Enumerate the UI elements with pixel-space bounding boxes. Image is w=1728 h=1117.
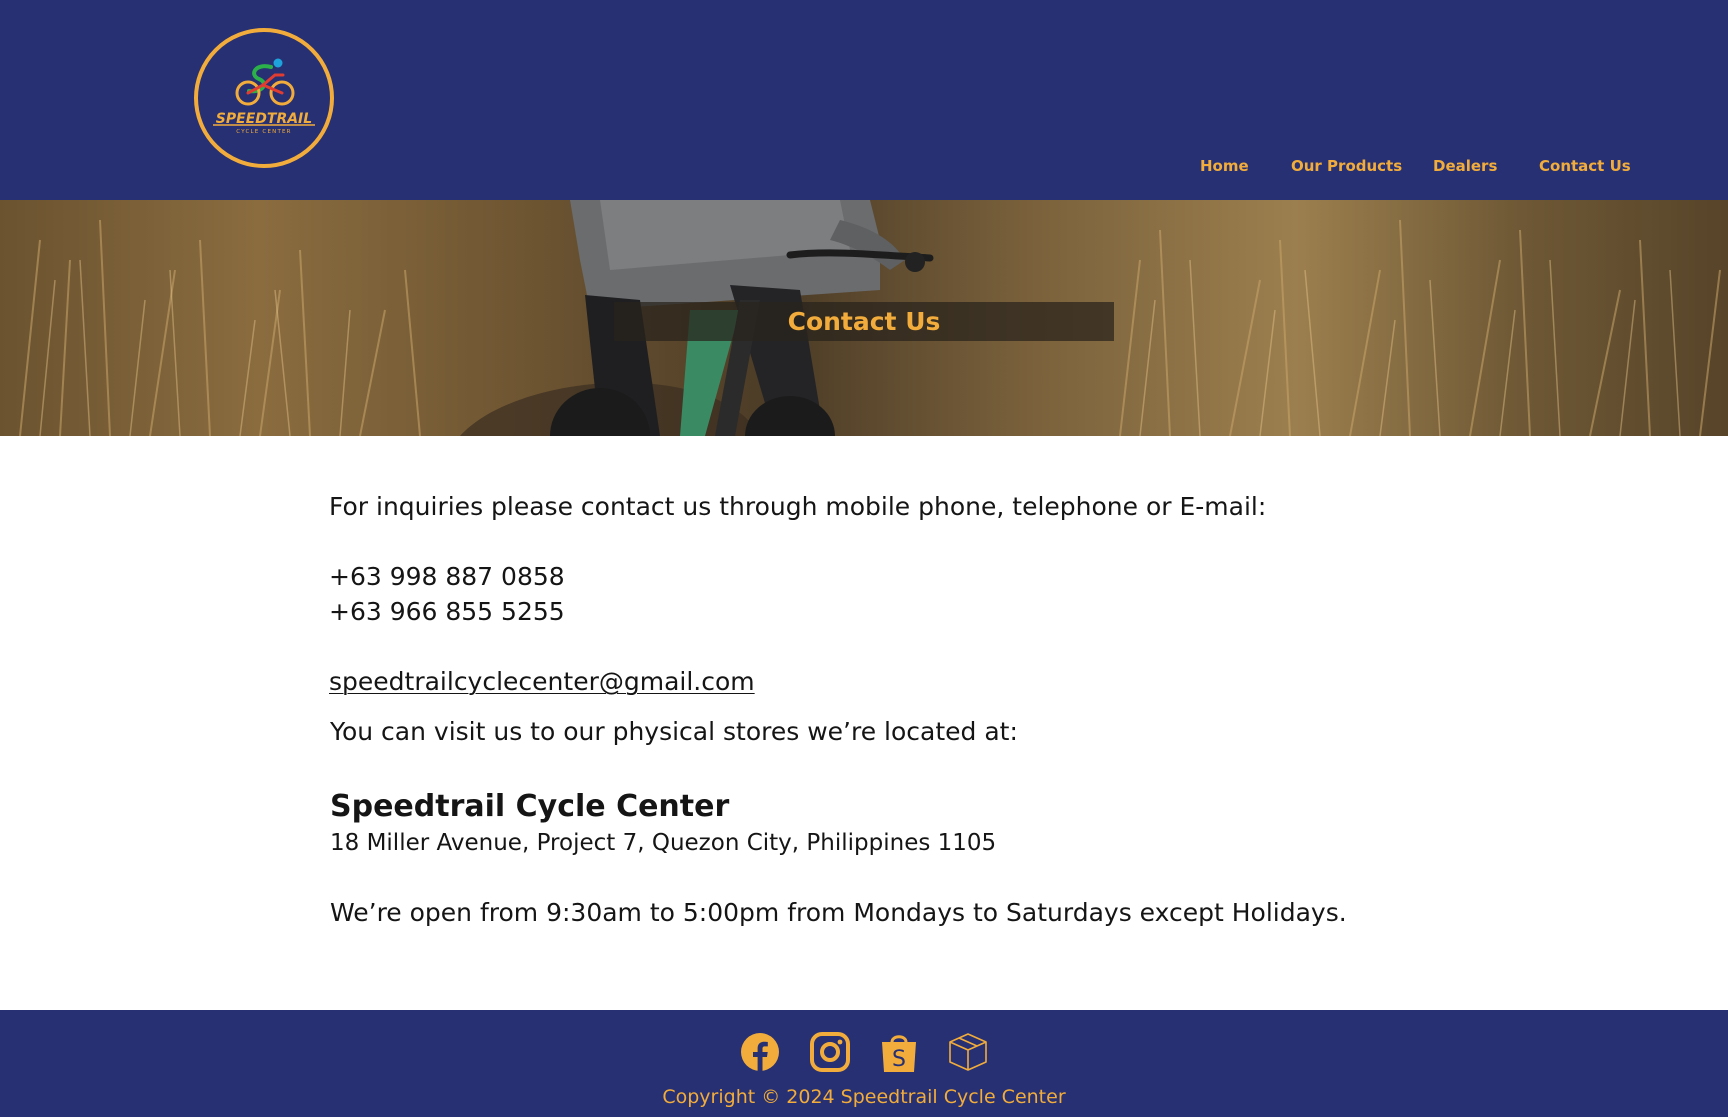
store-hours: We’re open from 9:30am to 5:00pm from Mo… (330, 898, 1347, 927)
hero-banner-image: Contact Us (0, 200, 1728, 436)
brand-logo[interactable]: SPEEDTRAIL CYCLE CENTER (193, 27, 335, 169)
shopee-icon[interactable]: S (877, 1030, 921, 1074)
site-footer: S Copyright © 2024 Speedtrail Cycle Cent… (0, 1010, 1728, 1117)
site-header: SPEEDTRAIL CYCLE CENTER Home Our Product… (0, 0, 1728, 200)
visit-text: You can visit us to our physical stores … (330, 717, 1018, 746)
store-address: 18 Miller Avenue, Project 7, Quezon City… (330, 830, 997, 856)
phone-number[interactable]: +63 998 887 0858 (329, 562, 565, 591)
email-link[interactable]: speedtrailcyclecenter@gmail.com (329, 667, 755, 696)
store-name: Speedtrail Cycle Center (330, 789, 730, 824)
facebook-icon[interactable] (738, 1030, 782, 1074)
instagram-icon[interactable] (808, 1030, 852, 1074)
page-title: Contact Us (787, 307, 941, 336)
nav-contact-us[interactable]: Contact Us (1539, 157, 1631, 175)
phone-number[interactable]: +63 966 855 5255 (329, 597, 565, 626)
hero-title-banner: Contact Us (614, 302, 1114, 341)
svg-text:S: S (892, 1047, 906, 1072)
logo-subtext: CYCLE CENTER (236, 129, 291, 135)
contact-intro: For inquiries please contact us through … (329, 492, 1267, 521)
package-icon[interactable] (946, 1030, 990, 1074)
main-nav: Home Our Products Dealers Contact Us (0, 157, 1728, 181)
nav-dealers[interactable]: Dealers (1433, 157, 1497, 175)
nav-our-products[interactable]: Our Products (1291, 157, 1402, 175)
nav-home[interactable]: Home (1200, 157, 1249, 175)
copyright-text: Copyright © 2024 Speedtrail Cycle Center (662, 1086, 1066, 1108)
